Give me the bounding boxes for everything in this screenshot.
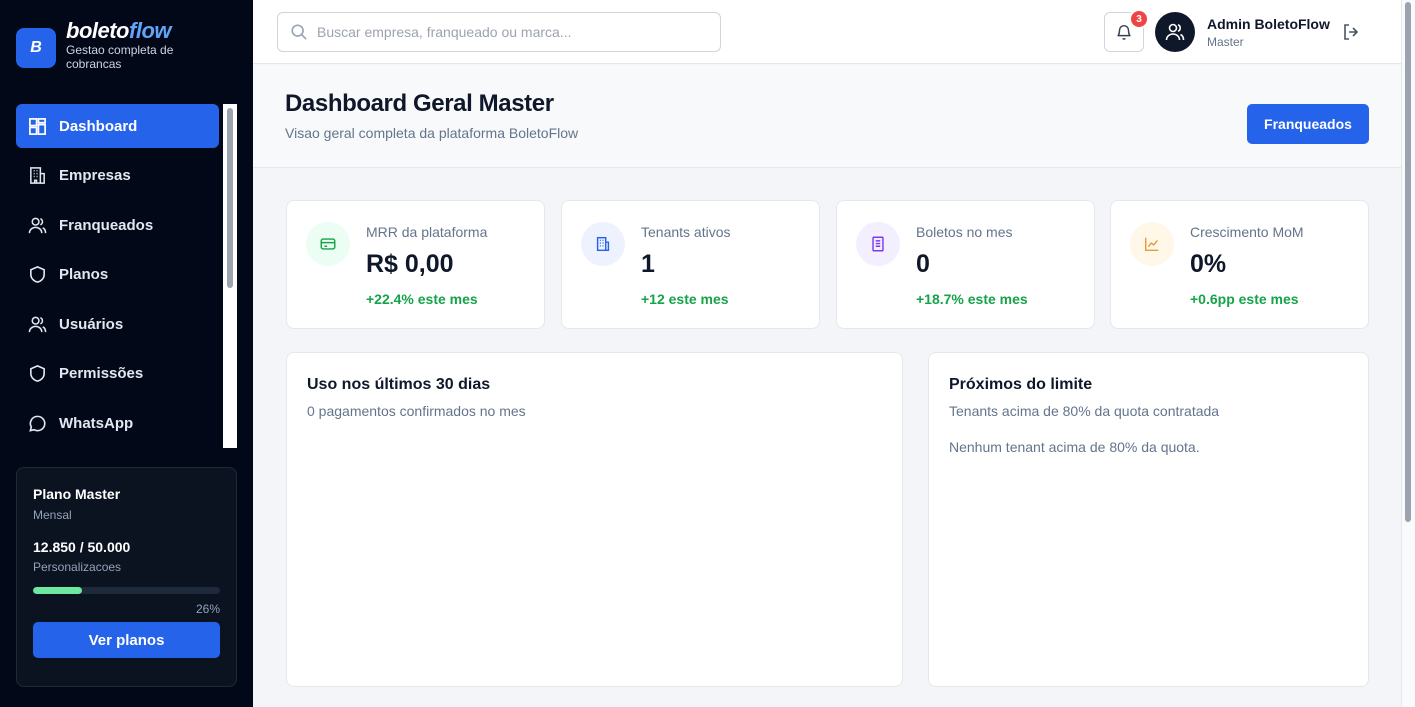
- sidebar-item-label: Franqueados: [59, 216, 154, 234]
- stat-delta: +18.7% este mes: [916, 291, 1028, 307]
- dashboard-icon: [29, 117, 46, 135]
- search-icon: [291, 24, 307, 40]
- panel-subtitle: Tenants acima de 80% da quota contratada: [949, 403, 1220, 419]
- view-plans-button[interactable]: Ver planos: [33, 622, 220, 658]
- panel-subtitle: 0 pagamentos confirmados no mes: [307, 403, 526, 419]
- sidebar-item-empresas[interactable]: Empresas: [16, 154, 219, 198]
- sidebar-item-dashboard[interactable]: Dashboard: [16, 104, 219, 148]
- limits-panel: Próximos do limite Tenants acima de 80% …: [928, 352, 1369, 687]
- plan-usage-count: 12.850 / 50.000: [33, 539, 131, 555]
- building-icon: [596, 236, 610, 252]
- stat-value: 0: [916, 250, 930, 278]
- sidebar-item-label: Planos: [59, 266, 109, 283]
- sidebar-item-label: Permissões: [59, 365, 144, 382]
- plan-progress-bar: [33, 587, 220, 594]
- sidebar-item-label: Usuários: [59, 315, 124, 333]
- users-icon: [1165, 23, 1185, 41]
- shield-icon: [30, 266, 45, 283]
- brand-text: boletoflow Gestao completa de cobrancas: [66, 19, 196, 72]
- brand-name-part2: flow: [129, 18, 172, 43]
- stat-delta: +0.6pp este mes: [1190, 291, 1299, 307]
- users-icon: [28, 217, 47, 233]
- plan-title: Plano Master: [33, 486, 121, 502]
- logout-icon[interactable]: [1341, 22, 1361, 42]
- plan-card: Plano Master Mensal 12.850 / 50.000 Pers…: [16, 467, 237, 687]
- page-title: Dashboard Geral Master: [285, 90, 554, 117]
- page-scrollbar-thumb[interactable]: [1405, 2, 1411, 522]
- stat-card-growth: Crescimento MoM 0% +0.6pp este mes: [1110, 200, 1369, 329]
- document-icon: [872, 236, 884, 252]
- stat-value: 1: [641, 250, 655, 278]
- stat-card-boletos: Boletos no mes 0 +18.7% este mes: [836, 200, 1095, 329]
- page-header: Dashboard Geral Master Visao geral compl…: [253, 65, 1401, 168]
- user-role: Master: [1207, 35, 1244, 49]
- plan-usage-label: Personalizacoes: [33, 560, 122, 574]
- plan-progress-fill: [33, 587, 82, 594]
- page-subtitle: Visao geral completa da plataforma Bolet…: [285, 125, 579, 141]
- panel-title: Próximos do limite: [949, 376, 1093, 393]
- stat-icon-wrap: [306, 222, 350, 266]
- plan-period: Mensal: [33, 508, 72, 522]
- notifications-button[interactable]: 3: [1104, 9, 1149, 52]
- shield-icon: [30, 365, 45, 382]
- franqueados-button[interactable]: Franqueados: [1247, 104, 1369, 144]
- brand[interactable]: B boletoflow Gestao completa de cobranca…: [16, 19, 196, 71]
- stat-icon-wrap: [581, 222, 625, 266]
- empty-state-text: Nenhum tenant acima de 80% da quota.: [949, 439, 1200, 455]
- sidebar-item-label: Dashboard: [59, 117, 138, 135]
- chat-bubble-icon: [29, 415, 46, 432]
- building-icon: [30, 167, 45, 184]
- brand-name: boletoflow: [66, 19, 196, 43]
- avatar[interactable]: [1155, 12, 1195, 52]
- chart-icon: [1144, 237, 1159, 252]
- stat-label: Boletos no mes: [916, 224, 1013, 240]
- brand-tagline: Gestao completa de cobrancas: [66, 43, 174, 71]
- brand-logo: B: [16, 28, 56, 68]
- sidebar: B boletoflow Gestao completa de cobranca…: [0, 0, 253, 707]
- sidebar-nav: Dashboard Empresas Franqueados Planos Us…: [16, 104, 219, 451]
- sidebar-item-whatsapp[interactable]: WhatsApp: [16, 401, 219, 445]
- topbar: 3 Admin BoletoFlow Master: [253, 0, 1401, 64]
- bell-icon: [1117, 24, 1131, 40]
- sidebar-item-franqueados[interactable]: Franqueados: [16, 203, 219, 247]
- sidebar-scrollbar-thumb[interactable]: [227, 108, 233, 288]
- stat-value: R$ 0,00: [366, 250, 454, 278]
- notification-count-badge: 3: [1129, 9, 1149, 29]
- users-icon: [28, 316, 47, 332]
- stat-label: Crescimento MoM: [1190, 224, 1304, 240]
- card-icon: [320, 238, 336, 250]
- stat-card-mrr: MRR da plataforma R$ 0,00 +22.4% este me…: [286, 200, 545, 329]
- sidebar-item-usuarios[interactable]: Usuários: [16, 302, 219, 346]
- user-name: Admin BoletoFlow: [1207, 16, 1330, 32]
- stat-card-tenants: Tenants ativos 1 +12 este mes: [561, 200, 820, 329]
- stat-label: MRR da plataforma: [366, 224, 488, 240]
- sidebar-item-planos[interactable]: Planos: [16, 253, 219, 297]
- sidebar-item-label: Empresas: [59, 167, 131, 184]
- stat-delta: +12 este mes: [641, 291, 729, 307]
- brand-name-part1: boleto: [66, 18, 130, 43]
- search-box[interactable]: [277, 12, 721, 52]
- sidebar-item-label: WhatsApp: [59, 414, 134, 432]
- search-input[interactable]: [317, 24, 717, 40]
- panel-title: Uso nos últimos 30 dias: [307, 376, 491, 393]
- stat-icon-wrap: [856, 222, 900, 266]
- stat-value: 0%: [1190, 250, 1227, 278]
- sidebar-item-permissoes[interactable]: Permissões: [16, 352, 219, 396]
- stat-delta: +22.4% este mes: [366, 291, 478, 307]
- stat-label: Tenants ativos: [641, 224, 731, 240]
- stat-icon-wrap: [1130, 222, 1174, 266]
- plan-progress-percent: 26%: [195, 602, 220, 616]
- usage-panel: Uso nos últimos 30 dias 0 pagamentos con…: [286, 352, 903, 687]
